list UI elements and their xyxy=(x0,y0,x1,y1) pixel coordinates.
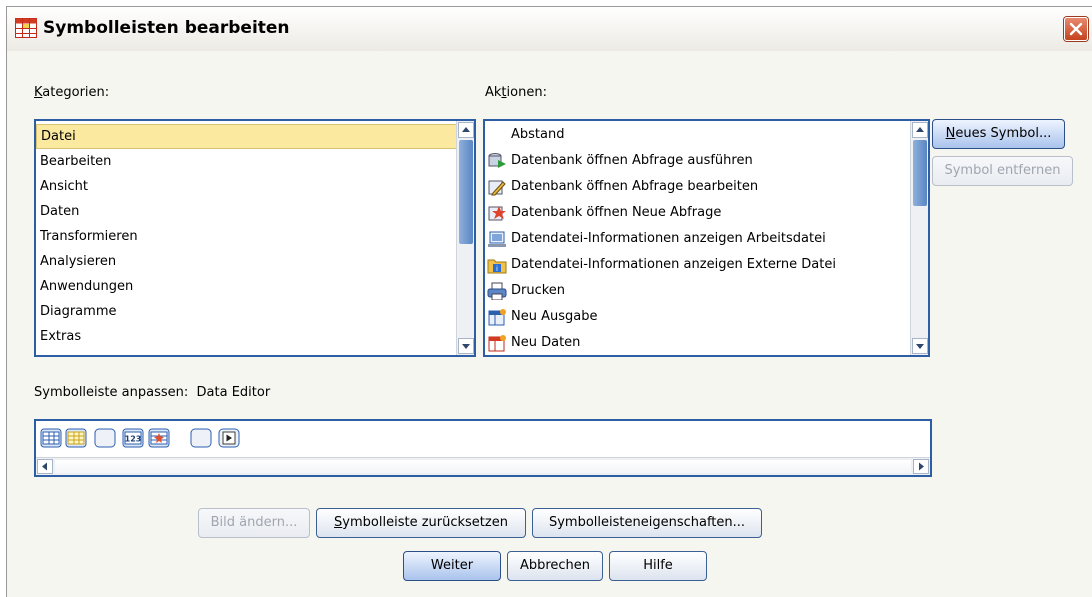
scroll-up-arrow[interactable] xyxy=(912,122,928,138)
blank-icon[interactable] xyxy=(190,427,212,449)
action-item-label: Datenbank öffnen Abfrage ausführen xyxy=(511,153,753,168)
action-item-label: Neu Ausgabe xyxy=(511,309,598,324)
toolbar-properties-button[interactable]: Symbolleisteneigenschaften... xyxy=(532,508,762,538)
category-item[interactable]: Datei xyxy=(36,124,458,149)
action-item[interactable]: Neu Daten xyxy=(485,330,912,355)
close-icon xyxy=(1069,22,1083,36)
cancel-button[interactable]: Abbrechen xyxy=(507,551,603,581)
edit-toolbars-dialog: Symbolleisten bearbeiten Kategorien: Dat… xyxy=(6,6,1092,597)
categories-list[interactable]: Datei Bearbeiten Ansicht Daten Transformiere… xyxy=(34,119,476,357)
scroll-thumb[interactable] xyxy=(55,460,911,473)
scroll-up-arrow[interactable] xyxy=(458,122,474,138)
continue-button[interactable]: Weiter xyxy=(403,551,501,581)
spreadsheet-icon xyxy=(15,18,37,38)
data-view-icon[interactable] xyxy=(40,427,62,449)
database-run-query-icon xyxy=(488,153,506,168)
categories-scrollbar[interactable] xyxy=(456,121,474,355)
category-item[interactable]: Diagramme xyxy=(36,299,458,324)
customize-label-text: Symbolleiste anpassen: xyxy=(34,385,189,400)
categories-label: Kategorien: xyxy=(34,85,110,100)
file-info-external-icon: i xyxy=(487,259,507,274)
chevron-left-icon xyxy=(42,462,47,471)
blank-icon[interactable] xyxy=(94,427,116,449)
action-item[interactable]: Drucken xyxy=(485,278,912,304)
scroll-down-arrow[interactable] xyxy=(912,338,928,354)
category-item[interactable]: Extras xyxy=(36,324,458,349)
action-item-label: Abstand xyxy=(511,127,565,142)
scroll-right-arrow[interactable] xyxy=(913,459,929,474)
action-item-label: Datenbank öffnen Neue Abfrage xyxy=(511,205,722,220)
customize-toolbar-value: Data Editor xyxy=(196,385,271,400)
reset-toolbar-button[interactable]: Symbolleiste zurücksetzen xyxy=(316,508,526,538)
category-item[interactable]: Daten xyxy=(36,199,458,224)
action-item[interactable]: Datenbank öffnen Abfrage bearbeiten xyxy=(485,174,912,200)
chart-icon[interactable] xyxy=(148,427,170,449)
close-button[interactable] xyxy=(1064,17,1088,41)
new-symbol-button[interactable]: Neues Symbol... xyxy=(932,119,1065,149)
action-item-label: Datendatei-Informationen anzeigen Arbeit… xyxy=(511,231,826,246)
category-item[interactable]: Analysieren xyxy=(36,249,458,274)
toolbar-preview[interactable]: 123 xyxy=(34,419,932,477)
action-item-label: Datendatei-Informationen anzeigen Extern… xyxy=(511,257,836,272)
category-item[interactable]: Anwendungen xyxy=(36,274,458,299)
action-item-label: Datenbank öffnen Abfrage bearbeiten xyxy=(511,179,759,194)
category-item[interactable]: Transformieren xyxy=(36,224,458,249)
action-item[interactable]: Datenbank öffnen Abfrage ausführen xyxy=(485,148,912,174)
scroll-thumb[interactable] xyxy=(459,140,473,244)
file-info-working-icon xyxy=(488,231,506,247)
play-icon[interactable] xyxy=(218,427,240,449)
action-item[interactable]: Datendatei-Informationen anzeigen Arbeit… xyxy=(485,226,912,252)
variable-view-icon[interactable] xyxy=(65,427,87,449)
action-item[interactable]: Abstand xyxy=(485,122,912,148)
chevron-up-icon xyxy=(462,127,470,132)
actions-label: Aktionen: xyxy=(485,85,547,100)
change-image-button[interactable]: Bild ändern... xyxy=(198,508,310,538)
chevron-up-icon xyxy=(916,127,924,132)
action-item[interactable]: Neu Ausgabe xyxy=(485,304,912,330)
actions-scrollbar[interactable] xyxy=(910,121,928,355)
scroll-down-arrow[interactable] xyxy=(458,338,474,354)
category-item[interactable]: Bearbeiten xyxy=(36,149,458,174)
numeric-123-icon[interactable]: 123 xyxy=(122,427,144,449)
action-item[interactable]: i Datendatei-Informationen anzeigen Exter… xyxy=(485,252,912,278)
toolbar-horizontal-scrollbar[interactable] xyxy=(36,457,930,475)
title-bar: Symbolleisten bearbeiten xyxy=(7,7,1092,51)
chevron-down-icon xyxy=(462,344,470,349)
database-new-query-icon xyxy=(488,206,506,221)
svg-text:i: i xyxy=(496,265,498,273)
dialog-title: Symbolleisten bearbeiten xyxy=(43,18,290,38)
scroll-thumb[interactable] xyxy=(913,140,927,206)
new-output-icon xyxy=(488,309,506,326)
category-item[interactable]: Ansicht xyxy=(36,174,458,199)
scroll-left-arrow[interactable] xyxy=(37,459,53,474)
chevron-down-icon xyxy=(916,344,924,349)
action-item-label: Drucken xyxy=(511,283,566,298)
remove-symbol-button[interactable]: Symbol entfernen xyxy=(932,156,1073,186)
actions-list[interactable]: Abstand Datenbank öffnen Abfrage ausführe… xyxy=(483,119,930,357)
action-item-label: Neu Daten xyxy=(511,335,581,350)
help-button[interactable]: Hilfe xyxy=(609,551,707,581)
new-data-icon xyxy=(488,335,506,352)
svg-text:123: 123 xyxy=(125,435,142,444)
database-edit-query-icon xyxy=(488,180,506,196)
blank-icon xyxy=(487,126,507,144)
customize-toolbar-label: Symbolleiste anpassen: Data Editor xyxy=(34,385,270,400)
chevron-right-icon xyxy=(919,462,924,471)
print-icon xyxy=(487,282,507,300)
action-item[interactable]: Datenbank öffnen Neue Abfrage xyxy=(485,200,912,226)
